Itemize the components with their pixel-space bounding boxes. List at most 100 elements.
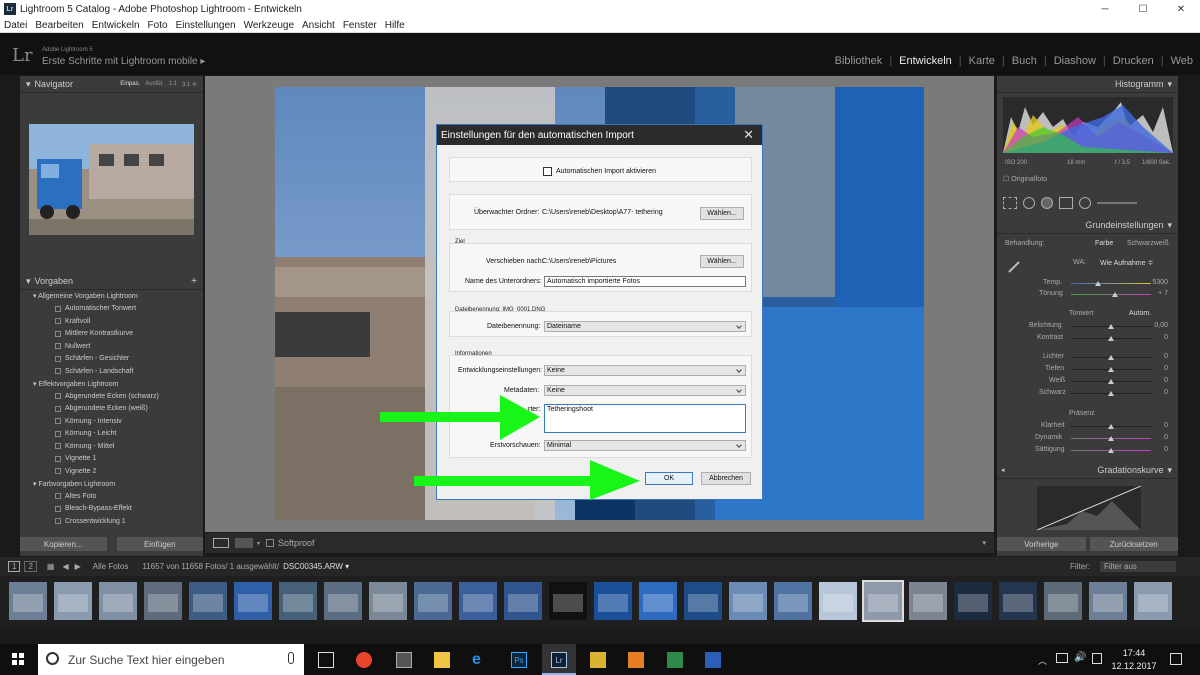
filmstrip-thumbnail[interactable]: [234, 582, 272, 620]
minimize-button[interactable]: ─: [1086, 0, 1124, 18]
softproof-checkbox[interactable]: [266, 539, 275, 547]
whites-slider[interactable]: [1071, 379, 1151, 384]
menu-bearbeiten[interactable]: Bearbeiten: [31, 20, 87, 31]
original-photo-toggle[interactable]: ☐ Originalfoto: [1003, 175, 1047, 183]
zoom-1-1[interactable]: 1:1: [169, 81, 177, 87]
tray-language-icon[interactable]: [1092, 653, 1102, 664]
edge-browser-icon[interactable]: e: [472, 652, 488, 668]
filmstrip-thumbnail[interactable]: [639, 582, 677, 620]
preset-item[interactable]: Körnung - Mittel: [23, 440, 201, 453]
module-karte[interactable]: Karte: [962, 55, 1002, 67]
red-eye-icon[interactable]: [1041, 197, 1053, 209]
task-view-icon[interactable]: [318, 652, 334, 668]
windows-start-icon[interactable]: [12, 653, 24, 665]
filmstrip-thumbnail[interactable]: [459, 582, 497, 620]
filmstrip-thumbnail[interactable]: [729, 582, 767, 620]
filmstrip-thumbnail[interactable]: [684, 582, 722, 620]
filmstrip-thumbnail[interactable]: [594, 582, 632, 620]
highlights-slider[interactable]: [1071, 355, 1151, 360]
module-buch[interactable]: Buch: [1005, 55, 1044, 67]
subfolder-name-input[interactable]: Automatisch importierte Fotos: [544, 276, 746, 287]
app-red-icon[interactable]: [356, 652, 372, 668]
module-entwickeln[interactable]: Entwickeln: [892, 55, 959, 67]
toolbar-menu-icon[interactable]: ▾: [982, 539, 986, 547]
initial-previews-select[interactable]: Minimal: [544, 440, 746, 451]
filmstrip-thumbnail[interactable]: [279, 582, 317, 620]
enable-auto-import-checkbox[interactable]: [543, 167, 552, 176]
tray-volume-icon[interactable]: 🔊: [1074, 652, 1086, 663]
spot-removal-icon[interactable]: [1023, 197, 1035, 209]
filmstrip-thumbnail[interactable]: [414, 582, 452, 620]
filmstrip-thumbnail[interactable]: [324, 582, 362, 620]
presets-header[interactable]: ▾ Vorgaben +: [20, 273, 203, 290]
tray-time[interactable]: 17:44: [1112, 648, 1156, 658]
filmstrip-thumbnail[interactable]: [54, 582, 92, 620]
preset-item[interactable]: Crossentwicklung 1: [23, 515, 201, 528]
preset-item[interactable]: Körnung - Leicht: [23, 428, 201, 441]
cancel-button[interactable]: Abbrechen: [701, 472, 751, 485]
navigator-header[interactable]: ▾ Navigator Einpas. Ausfül. 1:1 3:1 ≑: [20, 76, 203, 93]
wb-eyedropper-icon[interactable]: [1007, 258, 1023, 274]
filmstrip-thumbnail[interactable]: [774, 582, 812, 620]
choose-watched-folder-button[interactable]: Wählen...: [700, 207, 744, 220]
tone-curve-graph[interactable]: [1036, 485, 1142, 531]
filmstrip-thumbnail[interactable]: [1134, 582, 1172, 620]
filmstrip-thumbnail[interactable]: [819, 582, 857, 620]
menu-entwickeln[interactable]: Entwickeln: [88, 20, 144, 31]
photoshop-icon[interactable]: Ps: [511, 652, 527, 668]
excel-icon[interactable]: [667, 652, 683, 668]
grid-icon[interactable]: ▦: [47, 562, 55, 571]
keywords-textarea[interactable]: Tetheringshoot: [544, 404, 746, 433]
menu-datei[interactable]: Datei: [0, 20, 31, 31]
screen-2-button[interactable]: 2: [24, 561, 37, 572]
filmstrip-thumbnail[interactable]: [1044, 582, 1082, 620]
naming-select[interactable]: Dateiname: [544, 321, 746, 332]
reset-button[interactable]: Zurücksetzen: [1089, 537, 1178, 551]
paste-settings-button[interactable]: Einfügen: [116, 537, 203, 551]
back-arrow-icon[interactable]: ◀: [62, 562, 68, 571]
auto-tone-button[interactable]: Autom.: [1129, 310, 1151, 317]
module-diashow[interactable]: Diashow: [1047, 55, 1103, 67]
filmstrip-thumbnail[interactable]: [369, 582, 407, 620]
filmstrip-thumbnail[interactable]: [1089, 582, 1127, 620]
preset-item[interactable]: Abgerundete Ecken (weiß): [23, 403, 201, 416]
lightroom-taskbar-icon[interactable]: Lr: [551, 652, 567, 668]
filmstrip-thumbnail[interactable]: [99, 582, 137, 620]
develop-settings-select[interactable]: Keine: [544, 365, 746, 376]
zoom-3-1[interactable]: 3:1 ≑: [182, 81, 197, 88]
module-bibliothek[interactable]: Bibliothek: [828, 55, 890, 67]
filmstrip-thumbnail[interactable]: [189, 582, 227, 620]
filmstrip-thumbnail[interactable]: [144, 582, 182, 620]
ok-button[interactable]: OK: [645, 472, 693, 485]
preset-item[interactable]: Schärfen - Landschaft: [23, 365, 201, 378]
mobile-link[interactable]: Erste Schritte mit Lightroom mobile ▸: [42, 56, 205, 67]
word-icon[interactable]: [705, 652, 721, 668]
filmstrip-thumbnail[interactable]: [504, 582, 542, 620]
filmstrip-thumbnail[interactable]: [862, 580, 904, 622]
filmstrip-thumbnail[interactable]: [954, 582, 992, 620]
menu-einstellungen[interactable]: Einstellungen: [172, 20, 240, 31]
screen-1-button[interactable]: 1: [8, 561, 21, 572]
tray-date[interactable]: 12.12.2017: [1108, 661, 1160, 671]
filename[interactable]: DSC00345.ARW ▾: [283, 562, 349, 571]
before-after-icon[interactable]: [235, 538, 253, 548]
filter-select[interactable]: Filter aus: [1100, 561, 1176, 572]
preset-item[interactable]: Bleach-Bypass-Effekt: [23, 503, 201, 516]
adjustment-brush-icon[interactable]: [1097, 202, 1137, 204]
filmstrip-thumbnail[interactable]: [909, 582, 947, 620]
menu-ansicht[interactable]: Ansicht: [298, 20, 339, 31]
shadows-slider[interactable]: [1071, 367, 1151, 372]
loupe-view-icon[interactable]: [213, 538, 229, 548]
before-after-dropdown-icon[interactable]: ▾: [257, 540, 260, 547]
histogram-header[interactable]: Histogramm ▾: [997, 76, 1178, 93]
menu-werkzeuge[interactable]: Werkzeuge: [240, 20, 298, 31]
temp-slider[interactable]: [1071, 281, 1151, 286]
treatment-color[interactable]: Farbe: [1095, 240, 1113, 247]
zoom-fit[interactable]: Einpas.: [120, 81, 140, 87]
tray-chevron-icon[interactable]: ︿: [1038, 654, 1047, 667]
microphone-icon[interactable]: [288, 652, 294, 664]
wb-select[interactable]: Wie Aufnahme ≑: [1100, 259, 1153, 267]
preset-item[interactable]: Kraftvoll: [23, 315, 201, 328]
clarity-slider[interactable]: [1071, 424, 1151, 429]
filmstrip-thumbnail[interactable]: [9, 582, 47, 620]
